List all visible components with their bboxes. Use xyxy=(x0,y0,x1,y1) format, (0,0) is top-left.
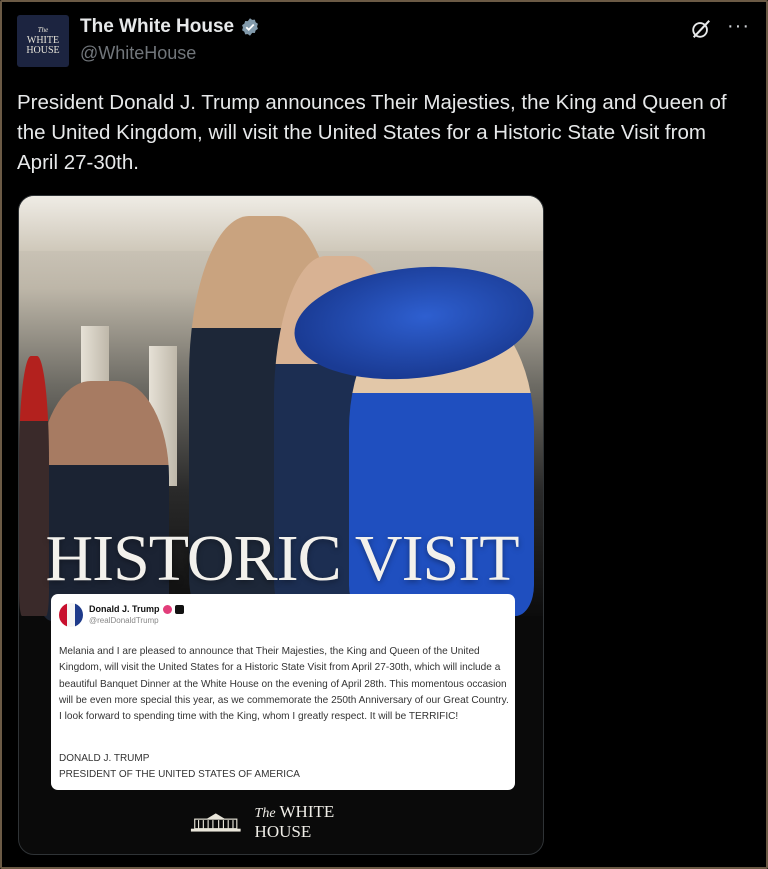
embedded-post-body: Melania and I are pleased to announce th… xyxy=(59,646,509,723)
embedded-post-signature-name: DONALD J. TRUMP xyxy=(59,753,150,764)
grok-icon[interactable] xyxy=(690,18,712,40)
white-house-footer-logo: The WHITE HOUSE xyxy=(189,802,389,841)
embedded-platform-icon xyxy=(174,604,184,614)
avatar[interactable]: The WHITE HOUSE xyxy=(17,15,69,67)
account-handle[interactable]: @WhiteHouse xyxy=(80,43,196,64)
avatar-line-3: HOUSE xyxy=(26,44,60,56)
white-house-building-icon xyxy=(190,813,241,832)
avatar-line-1: The xyxy=(37,25,49,34)
embedded-post-handle: @realDonaldTrump xyxy=(89,616,159,625)
embedded-post-card: Donald J. Trump @realDonaldTrump Melania… xyxy=(51,594,515,790)
tweet-text: President Donald J. Trump announces Thei… xyxy=(17,91,727,174)
avatar-line-2: WHITE xyxy=(26,34,60,46)
more-options-icon[interactable]: ··· xyxy=(727,16,750,36)
display-name-row[interactable]: The White House xyxy=(80,16,260,38)
embedded-post-avatar xyxy=(59,603,83,627)
footer-wordmark: The WHITE HOUSE xyxy=(255,802,389,842)
embedded-verified-icon xyxy=(162,604,172,614)
footer-the: The xyxy=(254,806,276,821)
display-name[interactable]: The White House xyxy=(80,16,234,38)
embedded-post-author-row: Donald J. Trump xyxy=(89,604,184,614)
embedded-post-signature-title: PRESIDENT OF THE UNITED STATES OF AMERIC… xyxy=(59,769,300,780)
media-headline: HISTORIC VISIT xyxy=(45,522,519,595)
embedded-post-author: Donald J. Trump xyxy=(89,604,160,614)
tweet-media[interactable]: HISTORIC VISIT Donald J. Trump @realDona… xyxy=(18,195,544,855)
verified-badge-icon xyxy=(242,18,259,36)
